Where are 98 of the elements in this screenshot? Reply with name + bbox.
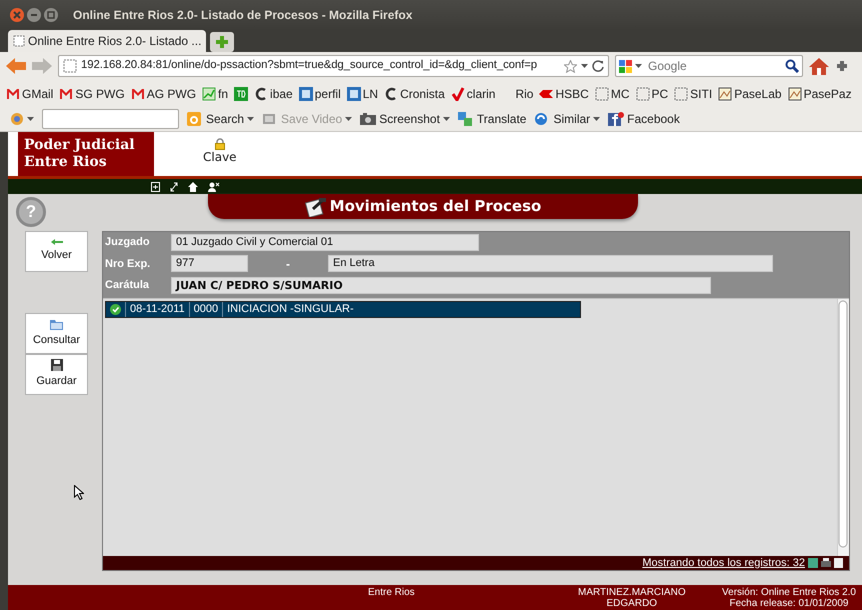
reload-icon[interactable] <box>592 60 604 72</box>
grid-row[interactable]: 08-11-2011 0000 INICIACION -SINGULAR- <box>105 300 581 318</box>
page-icon <box>674 86 688 100</box>
page-icon <box>13 35 25 47</box>
picture-icon <box>788 86 802 100</box>
separator-text: - <box>285 256 291 273</box>
print-icon[interactable] <box>821 558 831 568</box>
minimize-button[interactable] <box>27 8 41 22</box>
back-arrow-icon[interactable] <box>6 58 26 74</box>
field-label: Nro Exp. <box>105 256 152 272</box>
toolbar-menu-button[interactable] <box>10 112 34 126</box>
gavel-icon <box>304 196 327 216</box>
logo-text: Poder Judicial <box>24 137 136 154</box>
user-remove-icon[interactable] <box>208 182 220 192</box>
address-bar[interactable]: 192.168.20.84:81/online/do-pssaction?sbmt=true&dg_source_control_id=&dg_client_conf=p <box>58 55 609 77</box>
star-icon[interactable] <box>564 60 577 72</box>
toolbar-search-field[interactable] <box>42 109 179 129</box>
field-label: Juzgado <box>105 235 151 250</box>
mouse-pointer-icon <box>74 485 84 500</box>
bookmark-link[interactable]: HSBC <box>539 84 589 102</box>
version-text: Versión: Online Entre Rios 2.0 <box>722 587 856 598</box>
side-button[interactable]: Consultar <box>25 313 88 354</box>
maximize-button[interactable] <box>44 8 58 22</box>
translate-icon <box>458 112 474 126</box>
bookmark-link[interactable]: SG PWG <box>59 84 125 102</box>
chart-icon <box>202 86 216 100</box>
toolbar-button[interactable]: Similar <box>534 110 600 128</box>
toolbar-button[interactable]: Screenshot <box>360 110 450 128</box>
new-tab-button[interactable] <box>210 32 234 52</box>
key-button[interactable]: Clave <box>203 138 237 164</box>
field-label: Carátula <box>105 278 150 294</box>
mail-icon <box>6 86 20 100</box>
logo-text: Entre Rios <box>24 154 108 171</box>
search-icon <box>187 112 203 126</box>
folder-icon <box>50 318 63 330</box>
table-cell: 08-11-2011 <box>126 302 190 317</box>
browser-tab[interactable]: Online Entre Rios 2.0- Listado ... <box>8 30 206 52</box>
bookmark-link[interactable]: AG PWG <box>130 84 196 102</box>
page-icon[interactable] <box>834 558 843 568</box>
caret-icon <box>581 64 588 68</box>
table-cell: 0000 <box>190 302 224 317</box>
bookmark-link[interactable]: ibae <box>254 84 293 102</box>
page-icon <box>636 86 650 100</box>
resize-icon[interactable] <box>170 182 178 192</box>
letter-icon <box>254 86 268 100</box>
toolbar-button[interactable]: Translate <box>458 110 526 128</box>
search-engine-icon[interactable] <box>619 60 632 73</box>
caret-icon <box>635 64 642 68</box>
caret-icon <box>27 117 34 121</box>
back-arrow-icon <box>50 239 62 246</box>
bookmark-link[interactable]: PasePaz <box>788 84 852 102</box>
page-icon <box>594 86 609 100</box>
side-button[interactable]: Volver <box>25 231 88 272</box>
facebook-icon <box>608 112 624 126</box>
bookmark-link[interactable]: clarin <box>450 84 496 102</box>
camera-icon <box>360 112 376 126</box>
document-icon[interactable] <box>151 182 160 192</box>
picture-icon <box>718 86 732 100</box>
vertical-scrollbar[interactable] <box>837 298 849 556</box>
bookmark-link[interactable]: LN <box>346 84 378 102</box>
letter-icon <box>384 86 398 100</box>
scroll-thumb[interactable] <box>838 298 848 549</box>
footer-text: Entre Rios <box>368 587 415 598</box>
release-date-text: Fecha release: 01/01/2009 <box>728 598 850 609</box>
toolbar-button[interactable]: Search <box>187 110 254 128</box>
user-name-line: EDGARDO <box>606 598 658 609</box>
toolbar-button[interactable]: Facebook <box>608 110 680 128</box>
bookmark-link[interactable]: GMail <box>6 84 54 102</box>
site-icon <box>298 86 313 100</box>
page-title: Movimientos del Proceso <box>330 196 542 218</box>
mail-icon <box>130 86 145 100</box>
mail-icon <box>59 86 74 100</box>
status-text: Mostrando todos los registros: 32 <box>642 556 805 571</box>
site-icon <box>346 86 361 100</box>
window-title: Online Entre Rios 2.0- Listado de Procesos - Mozilla Firefox <box>73 7 412 24</box>
search-field[interactable]: Google <box>615 55 803 77</box>
table-cell-text: INICIACION -SINGULAR- <box>226 302 355 317</box>
search-icon[interactable] <box>785 59 799 73</box>
check-icon <box>450 86 465 100</box>
bookmark-link[interactable]: fn <box>202 84 228 102</box>
bookmark-link[interactable]: perfil <box>298 84 341 102</box>
plus-icon <box>216 36 228 48</box>
bookmark-link[interactable]: SITI <box>674 84 712 102</box>
bookmark-link[interactable]: PC <box>636 84 668 102</box>
bookmark-link[interactable]: MC <box>594 84 630 102</box>
check-circle-icon <box>110 304 121 315</box>
padlock-icon <box>214 138 225 150</box>
user-name-line: MARTINEZ.MARCIANO <box>578 587 686 598</box>
bookmark-link[interactable]: Cronista <box>384 84 445 102</box>
side-button[interactable]: Guardar <box>25 354 88 395</box>
bookmark-link[interactable] <box>234 86 248 100</box>
page-icon <box>63 59 77 73</box>
home-icon[interactable] <box>188 182 198 192</box>
close-button[interactable] <box>10 8 24 22</box>
td-icon <box>234 86 248 100</box>
floppy-icon <box>50 359 62 372</box>
bookmark-link[interactable]: PaseLab <box>718 84 782 102</box>
bookmark-link[interactable]: Rio <box>515 84 534 102</box>
